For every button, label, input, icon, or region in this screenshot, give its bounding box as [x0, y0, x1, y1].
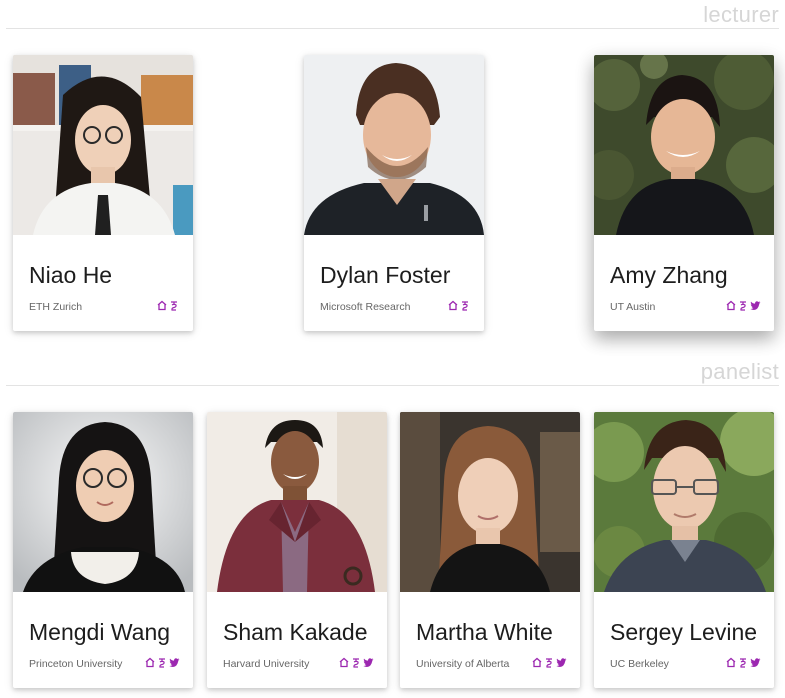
- person-name: Amy Zhang: [610, 262, 728, 288]
- person-affiliation: UC Berkeley: [610, 658, 669, 670]
- home-icon[interactable]: [726, 657, 736, 668]
- person-links: [145, 657, 180, 668]
- person-photo: [207, 412, 387, 592]
- scholar-icon[interactable]: [544, 657, 554, 668]
- home-icon[interactable]: [157, 300, 167, 311]
- person-links: [726, 657, 761, 668]
- person-name: Sham Kakade: [223, 619, 368, 645]
- scholar-icon[interactable]: [460, 300, 470, 311]
- person-links: [726, 300, 761, 311]
- person-affiliation: ETH Zurich: [29, 301, 83, 313]
- person-affiliation: Princeton University: [29, 658, 123, 670]
- person-photo: [304, 55, 484, 235]
- person-links: [532, 657, 567, 668]
- person-links: [448, 300, 470, 311]
- home-icon[interactable]: [145, 657, 155, 668]
- twitter-icon[interactable]: [750, 657, 761, 668]
- person-affiliation: UT Austin: [610, 301, 656, 313]
- scholar-icon[interactable]: [157, 657, 167, 668]
- person-photo: [13, 55, 193, 235]
- twitter-icon[interactable]: [556, 657, 567, 668]
- section-title-lecturer: lecturer: [703, 2, 779, 27]
- person-name: Martha White: [416, 619, 553, 645]
- person-card-martha-white[interactable]: Martha White University of Alberta: [400, 412, 580, 688]
- section-title-panelist: panelist: [700, 359, 779, 384]
- person-name: Dylan Foster: [320, 262, 451, 288]
- person-affiliation: Microsoft Research: [320, 301, 411, 313]
- person-affiliation: Harvard University: [223, 658, 310, 670]
- person-card-sham-kakade[interactable]: Sham Kakade Harvard University: [207, 412, 387, 688]
- person-card-niao-he[interactable]: Niao He ETH Zurich: [13, 55, 193, 331]
- section-divider: [6, 28, 779, 29]
- person-photo: [13, 412, 193, 592]
- person-photo: [594, 55, 774, 235]
- scholar-icon[interactable]: [738, 300, 748, 311]
- home-icon[interactable]: [726, 300, 736, 311]
- home-icon[interactable]: [448, 300, 458, 311]
- home-icon[interactable]: [532, 657, 542, 668]
- twitter-icon[interactable]: [750, 300, 761, 311]
- twitter-icon[interactable]: [169, 657, 180, 668]
- person-links: [339, 657, 374, 668]
- person-card-sergey-levine[interactable]: Sergey Levine UC Berkeley: [594, 412, 774, 688]
- person-affiliation: University of Alberta: [416, 658, 510, 670]
- twitter-icon[interactable]: [363, 657, 374, 668]
- person-card-dylan-foster[interactable]: Dylan Foster Microsoft Research: [304, 55, 484, 331]
- scholar-icon[interactable]: [351, 657, 361, 668]
- person-name: Mengdi Wang: [29, 619, 171, 645]
- person-card-mengdi-wang[interactable]: Mengdi Wang Princeton University: [13, 412, 193, 688]
- person-name: Niao He: [29, 262, 113, 288]
- scholar-icon[interactable]: [738, 657, 748, 668]
- person-card-amy-zhang[interactable]: Amy Zhang UT Austin: [594, 55, 774, 331]
- person-photo: [400, 412, 580, 592]
- person-photo: [594, 412, 774, 592]
- person-name: Sergey Levine: [610, 619, 758, 645]
- section-divider: [6, 385, 779, 386]
- home-icon[interactable]: [339, 657, 349, 668]
- person-links: [157, 300, 179, 311]
- scholar-icon[interactable]: [169, 300, 179, 311]
